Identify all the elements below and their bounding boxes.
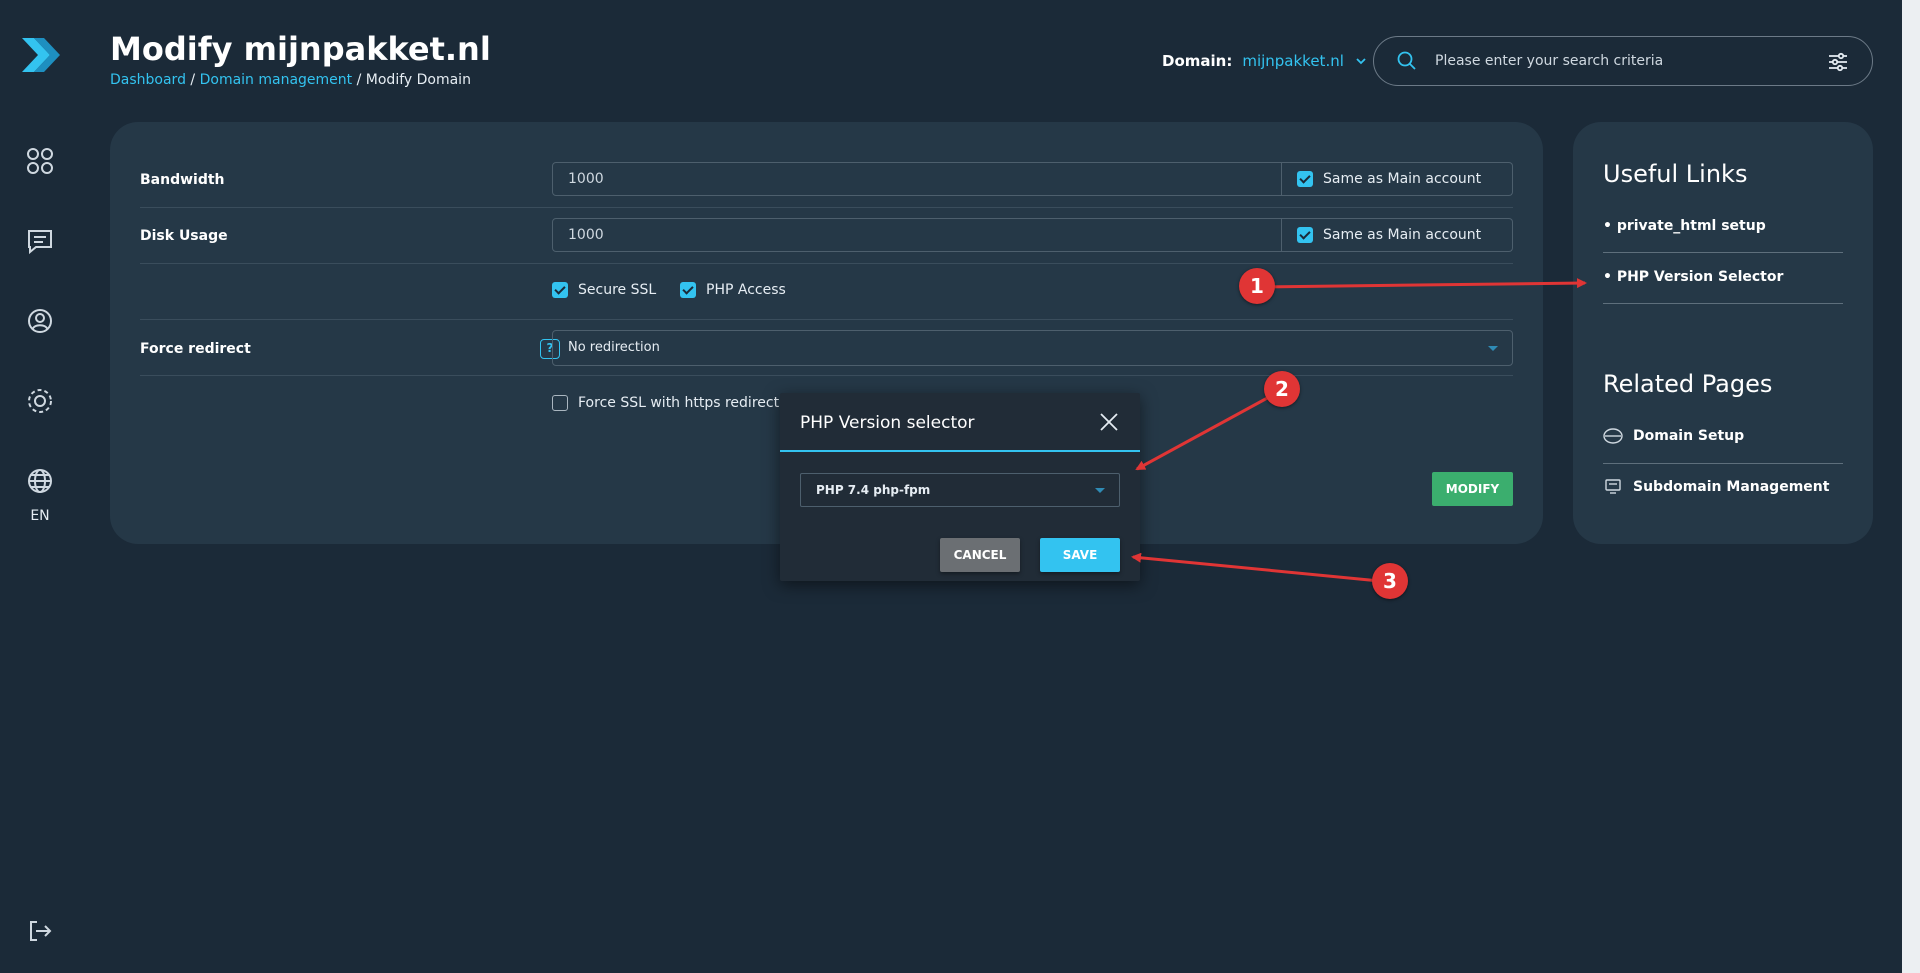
- settings-icon[interactable]: [24, 385, 56, 417]
- modal-divider: [780, 450, 1140, 452]
- search-input[interactable]: Please enter your search criteria: [1435, 53, 1663, 69]
- options-row: Secure SSL PHP Access: [140, 274, 1513, 320]
- breadcrumb-separator: /: [352, 72, 366, 88]
- domain-setup-icon: [1603, 428, 1623, 444]
- caret-down-icon: [1095, 488, 1105, 493]
- disk-usage-input[interactable]: 1000: [552, 218, 1282, 252]
- logout-icon[interactable]: [24, 915, 56, 947]
- close-icon[interactable]: [1098, 411, 1120, 433]
- chevron-down-icon[interactable]: [1354, 54, 1368, 68]
- bandwidth-same-checkbox[interactable]: [1297, 171, 1313, 187]
- useful-links-title: Useful Links: [1603, 160, 1748, 188]
- cancel-button[interactable]: CANCEL: [940, 538, 1020, 572]
- logo-icon[interactable]: [20, 34, 60, 76]
- divider: [1603, 463, 1843, 464]
- bandwidth-input[interactable]: 1000: [552, 162, 1282, 196]
- related-page-subdomain-management[interactable]: Subdomain Management: [1603, 479, 1829, 495]
- breadcrumb-separator: /: [185, 72, 200, 88]
- domain-label: Domain:: [1162, 52, 1233, 70]
- search-bar[interactable]: Please enter your search criteria: [1373, 36, 1873, 86]
- caret-down-icon: [1488, 346, 1498, 351]
- page-title: Modify mijnpakket.nl: [110, 30, 491, 68]
- php-version-value: PHP 7.4 php-fpm: [816, 483, 931, 497]
- bandwidth-same-label: Same as Main account: [1323, 171, 1482, 187]
- disk-usage-row: Disk Usage 1000 Same as Main account: [140, 218, 1513, 264]
- side-panel: Useful Links • private_html setup • PHP …: [1573, 122, 1873, 544]
- force-ssl-option[interactable]: Force SSL with https redirect: [552, 395, 779, 411]
- annotation-badge-1: 1: [1239, 268, 1275, 304]
- php-version-modal: PHP Version selector PHP 7.4 php-fpm CAN…: [780, 393, 1140, 581]
- force-redirect-label: Force redirect: [140, 341, 251, 357]
- related-page-domain-setup[interactable]: Domain Setup: [1603, 428, 1744, 444]
- related-pages-title: Related Pages: [1603, 370, 1773, 398]
- force-redirect-row: Force redirect ? No redirection: [140, 330, 1513, 376]
- modify-button[interactable]: MODIFY: [1432, 472, 1513, 506]
- sidebar: EN: [0, 0, 80, 973]
- related-page-label: Domain Setup: [1633, 428, 1745, 444]
- useful-link-private-html[interactable]: • private_html setup: [1603, 218, 1843, 234]
- save-button[interactable]: SAVE: [1040, 538, 1120, 572]
- divider: [1603, 303, 1843, 304]
- bandwidth-row: Bandwidth 1000 Same as Main account: [140, 162, 1513, 208]
- annotation-badge-2: 2: [1264, 371, 1300, 407]
- annotation-arrow: [1131, 552, 1391, 584]
- annotation-badge-3: 3: [1372, 563, 1408, 599]
- secure-ssl-option[interactable]: Secure SSL: [552, 282, 656, 298]
- search-icon: [1397, 51, 1416, 70]
- disk-same-label: Same as Main account: [1323, 227, 1482, 243]
- useful-link-php-version-selector[interactable]: • PHP Version Selector: [1603, 269, 1843, 285]
- disk-same-checkbox[interactable]: [1297, 227, 1313, 243]
- account-icon[interactable]: [24, 305, 56, 337]
- breadcrumb-current: Modify Domain: [365, 72, 471, 88]
- breadcrumb-dashboard[interactable]: Dashboard: [110, 72, 186, 88]
- scrollbar-track[interactable]: [1902, 0, 1920, 973]
- force-redirect-value: No redirection: [568, 340, 660, 355]
- php-access-checkbox[interactable]: [680, 282, 696, 298]
- domain-value[interactable]: mijnpakket.nl: [1242, 52, 1344, 70]
- force-ssl-label: Force SSL with https redirect: [578, 395, 780, 411]
- php-access-option[interactable]: PHP Access: [680, 282, 786, 298]
- dashboard-icon[interactable]: [24, 145, 56, 177]
- language-label[interactable]: EN: [0, 508, 80, 524]
- php-access-label: PHP Access: [706, 282, 786, 298]
- related-page-label: Subdomain Management: [1633, 479, 1830, 495]
- breadcrumb: Dashboard / Domain management / Modify D…: [110, 72, 471, 88]
- secure-ssl-label: Secure SSL: [578, 282, 657, 298]
- globe-icon[interactable]: [24, 465, 56, 497]
- messages-icon[interactable]: [24, 225, 56, 257]
- disk-usage-label: Disk Usage: [140, 228, 228, 244]
- modal-title: PHP Version selector: [800, 413, 975, 433]
- secure-ssl-checkbox[interactable]: [552, 282, 568, 298]
- subdomain-icon: [1605, 479, 1621, 494]
- force-redirect-select[interactable]: No redirection: [552, 330, 1513, 366]
- filter-icon[interactable]: [1826, 50, 1850, 74]
- domain-selector[interactable]: Domain: mijnpakket.nl: [1162, 52, 1368, 70]
- bandwidth-same-as-main[interactable]: Same as Main account: [1282, 162, 1513, 196]
- disk-same-as-main[interactable]: Same as Main account: [1282, 218, 1513, 252]
- php-version-select[interactable]: PHP 7.4 php-fpm: [800, 473, 1120, 507]
- force-ssl-checkbox[interactable]: [552, 395, 568, 411]
- breadcrumb-domain-management[interactable]: Domain management: [200, 72, 353, 88]
- divider: [1603, 252, 1843, 253]
- bandwidth-label: Bandwidth: [140, 172, 225, 188]
